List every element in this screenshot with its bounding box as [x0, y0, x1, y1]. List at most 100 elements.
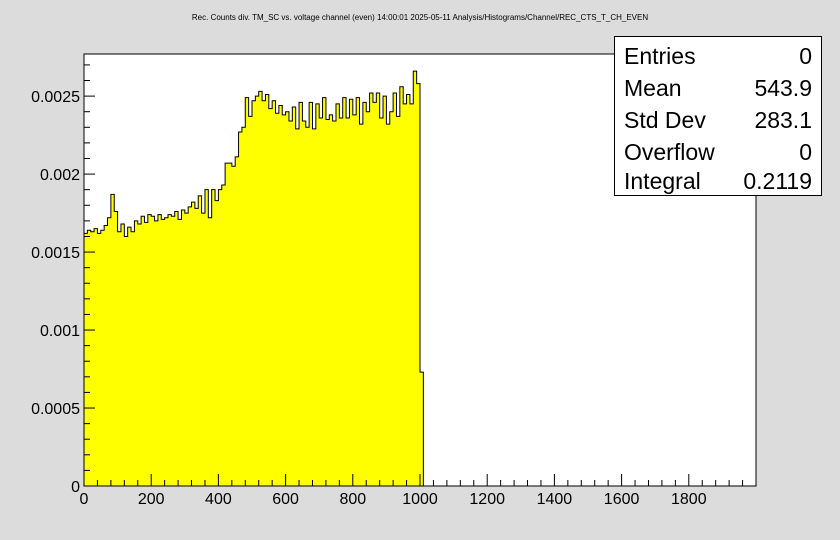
histogram-bin	[265, 94, 270, 486]
histogram-bin	[120, 223, 125, 486]
histogram-bin	[332, 121, 337, 486]
x-tick-label: 1000	[402, 491, 438, 508]
stat-value: 0	[799, 138, 812, 165]
histogram-bin	[315, 103, 320, 487]
x-tick-label: 600	[272, 491, 299, 508]
histogram-bin	[393, 92, 397, 486]
y-tick-label: 0.0005	[31, 401, 80, 418]
histogram-bin	[174, 211, 179, 487]
histogram-bin	[90, 231, 95, 486]
histogram-bin	[299, 102, 303, 487]
histogram-bin	[211, 189, 216, 486]
histogram-bin	[339, 117, 344, 487]
histogram-bin	[282, 114, 286, 486]
histogram-bin	[275, 113, 280, 486]
histogram-bin	[356, 97, 360, 486]
histogram-bin	[97, 233, 102, 486]
y-tick-label: 0.0025	[31, 89, 80, 106]
histogram-bin	[164, 217, 169, 486]
histogram-bin	[268, 108, 273, 486]
histogram-bin	[245, 97, 250, 486]
histogram-bin	[336, 103, 340, 487]
histogram-bin	[191, 202, 196, 486]
histogram-bin	[215, 200, 219, 486]
x-tick-label: 1800	[671, 491, 707, 508]
histogram-bin	[349, 99, 354, 486]
histogram-bin	[413, 71, 418, 486]
histogram-bin	[188, 206, 192, 487]
stat-value: 0.2119	[743, 167, 812, 194]
histogram-bin	[168, 214, 172, 486]
histogram-bin	[302, 121, 307, 486]
stat-row-std-dev: Std Dev 283.1	[624, 104, 812, 136]
histogram-bin	[204, 189, 209, 486]
histogram-bin	[262, 100, 266, 487]
histogram-bin	[278, 105, 283, 487]
histogram-bin	[181, 209, 186, 487]
histogram-bin	[100, 230, 105, 486]
histogram-bin	[94, 228, 98, 486]
histogram-bin	[379, 117, 384, 487]
stat-label: Mean	[624, 74, 682, 101]
histogram-bin	[107, 217, 112, 486]
histogram-bin	[198, 195, 202, 486]
histogram-bin	[372, 102, 377, 487]
histogram-bin	[134, 220, 139, 486]
stat-value: 543.9	[754, 74, 812, 101]
histogram-bin	[194, 208, 199, 487]
histogram-bin	[131, 231, 135, 486]
histogram-bin	[325, 119, 330, 487]
x-tick-label: 1600	[604, 491, 640, 508]
histogram-bin	[312, 128, 317, 487]
histogram-bin	[272, 100, 276, 487]
histogram-bin	[127, 227, 132, 486]
histogram-bin	[218, 189, 223, 486]
histogram-bin	[305, 127, 310, 487]
histogram-bin	[292, 107, 297, 486]
histogram-bin	[137, 223, 142, 486]
histogram-bin	[235, 156, 239, 487]
histogram-bin	[396, 116, 401, 486]
histogram-bin	[124, 236, 129, 486]
histogram-bin	[346, 117, 350, 487]
histogram-bin	[352, 114, 357, 486]
stat-row-entries: Entries 0	[624, 40, 812, 72]
histogram-bin	[369, 92, 374, 486]
histogram-bin	[117, 231, 122, 486]
histogram-bin	[104, 225, 108, 486]
histogram-bin	[295, 128, 300, 487]
x-tick-label: 800	[339, 491, 366, 508]
stat-row-overflow: Overflow 0	[624, 136, 812, 168]
histogram-bin	[228, 163, 233, 486]
histogram-bin	[248, 116, 253, 486]
histogram-bin	[151, 216, 155, 486]
histogram-bin	[362, 102, 367, 487]
histogram-bin	[329, 114, 334, 486]
histogram-bin	[141, 216, 145, 486]
histogram-bin	[208, 217, 213, 486]
x-tick-label: 1400	[537, 491, 573, 508]
histogram-bin	[399, 86, 404, 486]
histogram-bin	[84, 233, 88, 486]
histogram-bin	[288, 121, 293, 486]
histogram-bin	[161, 219, 166, 486]
stat-label: Integral	[624, 167, 701, 194]
histogram-bin	[231, 166, 236, 486]
histogram-bin	[406, 94, 411, 486]
histogram-bin	[225, 163, 229, 486]
stats-box: Entries 0 Mean 543.9 Std Dev 283.1 Overf…	[614, 36, 822, 196]
histogram-bin	[157, 214, 162, 486]
histogram-bin	[359, 124, 364, 486]
histogram-bin	[383, 96, 387, 486]
y-tick-label: 0.001	[40, 323, 80, 340]
histogram-bin	[285, 111, 290, 486]
histogram-bin	[144, 222, 149, 486]
histogram-bin	[178, 219, 182, 486]
histogram-bin	[147, 214, 152, 486]
histogram-bin	[255, 96, 260, 486]
histogram-bin	[87, 230, 92, 486]
x-tick-label: 1200	[469, 491, 505, 508]
histogram-bin	[389, 111, 394, 486]
stat-value: 0	[799, 42, 812, 69]
stat-row-integral: Integral 0.2119	[624, 165, 812, 197]
